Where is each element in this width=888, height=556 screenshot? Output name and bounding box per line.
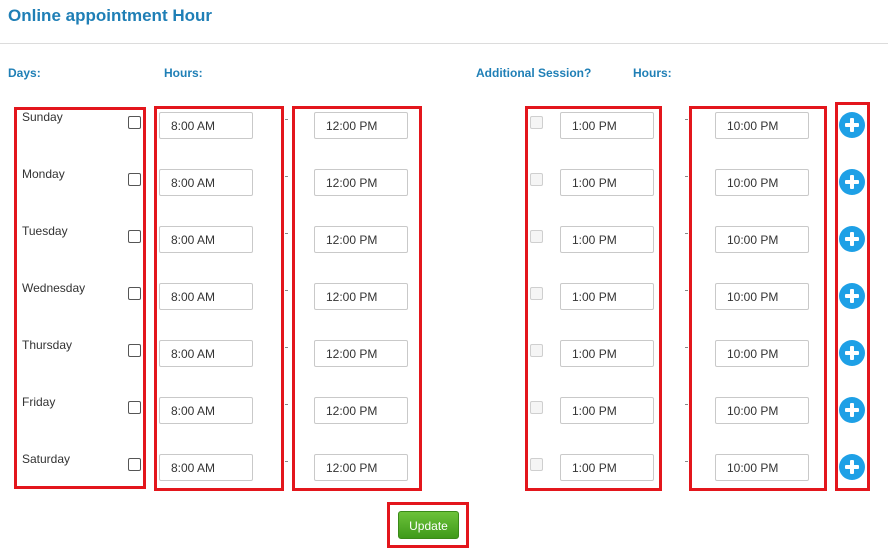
additional-session-header: Additional Session? <box>476 66 592 80</box>
end-time-input[interactable] <box>314 226 408 253</box>
day-label: Monday <box>22 167 65 181</box>
additional-end-time-input[interactable] <box>715 112 809 139</box>
plus-circle-icon[interactable] <box>839 112 865 138</box>
day-enabled-checkbox[interactable] <box>128 287 141 300</box>
header-divider <box>0 43 888 44</box>
day-enabled-checkbox[interactable] <box>128 116 141 129</box>
end-time-input[interactable] <box>314 169 408 196</box>
day-enabled-checkbox[interactable] <box>128 401 141 414</box>
plus-circle-icon[interactable] <box>839 397 865 423</box>
schedule-row: Tuesday <box>0 224 888 283</box>
additional-start-time-input[interactable] <box>560 283 654 310</box>
day-label: Friday <box>22 395 56 409</box>
additional-end-time-input[interactable] <box>715 169 809 196</box>
additional-session-checkbox[interactable] <box>530 230 543 243</box>
update-button[interactable]: Update <box>398 511 459 539</box>
range-separator <box>685 176 688 177</box>
additional-session-checkbox[interactable] <box>530 173 543 186</box>
additional-start-time-input[interactable] <box>560 397 654 424</box>
additional-start-time-input[interactable] <box>560 454 654 481</box>
additional-session-checkbox[interactable] <box>530 116 543 129</box>
additional-end-time-input[interactable] <box>715 226 809 253</box>
schedule-row: Monday <box>0 167 888 226</box>
additional-session-checkbox[interactable] <box>530 344 543 357</box>
range-separator <box>285 176 288 177</box>
additional-session-checkbox[interactable] <box>530 458 543 471</box>
day-label: Saturday <box>22 452 71 466</box>
plus-circle-icon[interactable] <box>839 340 865 366</box>
additional-hours-header: Hours: <box>633 66 672 80</box>
schedule-row: Friday <box>0 395 888 454</box>
additional-start-time-input[interactable] <box>560 226 654 253</box>
range-separator <box>685 119 688 120</box>
plus-circle-icon[interactable] <box>839 283 865 309</box>
days-header: Days: <box>8 66 41 80</box>
day-enabled-checkbox[interactable] <box>128 458 141 471</box>
start-time-input[interactable] <box>159 454 253 481</box>
start-time-input[interactable] <box>159 340 253 367</box>
day-label: Sunday <box>22 110 63 124</box>
end-time-input[interactable] <box>314 397 408 424</box>
day-label: Thursday <box>22 338 73 352</box>
additional-end-time-input[interactable] <box>715 283 809 310</box>
end-time-input[interactable] <box>314 112 408 139</box>
range-separator <box>685 347 688 348</box>
hours-header: Hours: <box>164 66 203 80</box>
range-separator <box>685 290 688 291</box>
start-time-input[interactable] <box>159 169 253 196</box>
additional-start-time-input[interactable] <box>560 340 654 367</box>
day-label: Tuesday <box>22 224 68 238</box>
start-time-input[interactable] <box>159 112 253 139</box>
range-separator <box>285 119 288 120</box>
additional-start-time-input[interactable] <box>560 169 654 196</box>
range-separator <box>285 404 288 405</box>
schedule-row: Thursday <box>0 338 888 397</box>
end-time-input[interactable] <box>314 454 408 481</box>
day-enabled-checkbox[interactable] <box>128 230 141 243</box>
end-time-input[interactable] <box>314 283 408 310</box>
range-separator <box>285 233 288 234</box>
start-time-input[interactable] <box>159 397 253 424</box>
start-time-input[interactable] <box>159 226 253 253</box>
schedule-row: Saturday <box>0 452 888 511</box>
additional-session-checkbox[interactable] <box>530 287 543 300</box>
range-separator <box>285 347 288 348</box>
plus-circle-icon[interactable] <box>839 169 865 195</box>
end-time-input[interactable] <box>314 340 408 367</box>
day-label: Wednesday <box>22 281 86 295</box>
plus-circle-icon[interactable] <box>839 226 865 252</box>
plus-circle-icon[interactable] <box>839 454 865 480</box>
day-enabled-checkbox[interactable] <box>128 173 141 186</box>
schedule-row: Sunday <box>0 110 888 169</box>
additional-end-time-input[interactable] <box>715 340 809 367</box>
additional-start-time-input[interactable] <box>560 112 654 139</box>
page-title: Online appointment Hour <box>8 6 212 25</box>
range-separator <box>685 233 688 234</box>
additional-session-checkbox[interactable] <box>530 401 543 414</box>
additional-end-time-input[interactable] <box>715 454 809 481</box>
range-separator <box>685 461 688 462</box>
additional-end-time-input[interactable] <box>715 397 809 424</box>
schedule-row: Wednesday <box>0 281 888 340</box>
range-separator <box>285 290 288 291</box>
day-enabled-checkbox[interactable] <box>128 344 141 357</box>
start-time-input[interactable] <box>159 283 253 310</box>
range-separator <box>685 404 688 405</box>
range-separator <box>285 461 288 462</box>
